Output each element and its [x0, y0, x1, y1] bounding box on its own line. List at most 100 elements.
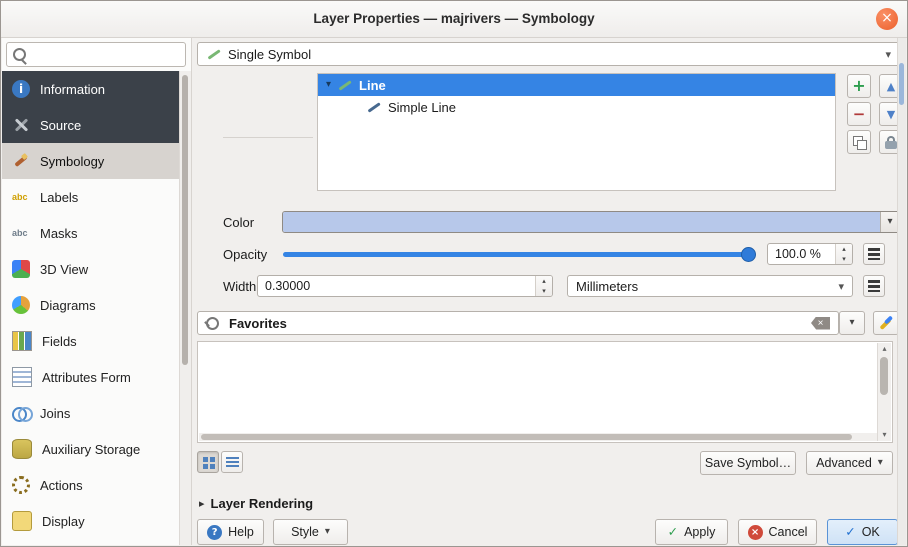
opacity-spinbox[interactable]: 100.0 %: [767, 243, 853, 265]
opacity-slider-handle[interactable]: [741, 247, 756, 262]
ok-button[interactable]: OK: [827, 519, 898, 545]
opacity-slider[interactable]: [283, 243, 756, 265]
save-symbol-button[interactable]: Save Symbol…: [700, 451, 796, 475]
scrollbar-handle[interactable]: [201, 434, 852, 440]
sidebar-item-auxiliary-storage[interactable]: Auxiliary Storage: [2, 431, 180, 467]
sidebar-item-diagrams[interactable]: Diagrams: [2, 287, 180, 323]
style-manager-button[interactable]: [873, 311, 899, 335]
width-unit-value: Millimeters: [576, 279, 638, 294]
symbol-filter-dropdown-button[interactable]: [839, 311, 865, 335]
opacity-slider-track[interactable]: [283, 252, 752, 257]
diagrams-icon: [12, 296, 30, 314]
sidebar-item-attributes-form[interactable]: Attributes Form: [2, 359, 180, 395]
cancel-button[interactable]: Cancel: [738, 519, 817, 545]
sidebar-item-information[interactable]: Information: [2, 71, 180, 107]
chevron-down-icon: [885, 49, 891, 60]
renderer-combo-value: Single Symbol: [228, 47, 311, 62]
sidebar-item-source[interactable]: Source: [2, 107, 180, 143]
chevron-down-icon: [878, 458, 883, 468]
search-icon: [13, 48, 26, 61]
sidebar-item-label: Fields: [42, 334, 77, 349]
tree-item-simple-line[interactable]: Simple Line: [318, 96, 835, 118]
sidebar-item-display[interactable]: Display: [2, 503, 180, 539]
window-title: Layer Properties — majrivers — Symbology: [1, 11, 907, 26]
sidebar-item-joins[interactable]: Joins: [2, 395, 180, 431]
color-button[interactable]: [282, 211, 900, 233]
apply-button[interactable]: Apply: [655, 519, 728, 545]
simple-line-icon: [366, 100, 382, 114]
chevron-down-icon: [838, 281, 844, 292]
scrollbar-handle[interactable]: [880, 357, 888, 395]
style-button[interactable]: Style: [273, 519, 348, 545]
cancel-label: Cancel: [769, 525, 808, 539]
add-symbol-layer-button[interactable]: [847, 74, 871, 98]
dialog-scrollbar[interactable]: [897, 38, 906, 545]
collapse-arrow-icon: [199, 498, 205, 509]
sidebar-search-input[interactable]: [6, 42, 186, 67]
help-button[interactable]: Help: [197, 519, 264, 545]
symbol-panel-horizontal-scrollbar[interactable]: [199, 433, 877, 441]
clear-filter-icon[interactable]: ×: [811, 317, 830, 330]
expand-icon[interactable]: [326, 80, 331, 90]
ok-check-icon: [845, 526, 855, 539]
duplicate-icon: [853, 136, 866, 149]
ok-label: OK: [862, 525, 880, 539]
list-view-toggle[interactable]: [221, 451, 243, 473]
sidebar-item-label: Labels: [40, 190, 78, 205]
sidebar-item-label: Diagrams: [40, 298, 96, 313]
single-symbol-icon: [206, 47, 220, 61]
symbol-filter-input[interactable]: Favorites ×: [197, 311, 839, 335]
remove-symbol-layer-button[interactable]: [847, 102, 871, 126]
advanced-label: Advanced: [816, 456, 872, 470]
opacity-steppers[interactable]: [835, 244, 852, 264]
actions-icon: [12, 476, 30, 494]
title-bar[interactable]: Layer Properties — majrivers — Symbology: [1, 1, 907, 38]
3d-view-icon: [12, 260, 30, 278]
symbol-tree-panel: Line Simple Line: [317, 73, 836, 191]
sidebar-item-masks[interactable]: Masks: [2, 215, 180, 251]
style-manager-icon: [878, 315, 894, 331]
chevron-down-icon: [325, 527, 330, 537]
sidebar-scrollbar[interactable]: [179, 71, 191, 545]
labels-icon: [12, 188, 30, 206]
sidebar-item-actions[interactable]: Actions: [2, 467, 180, 503]
duplicate-symbol-layer-button[interactable]: [847, 130, 871, 154]
save-symbol-label: Save Symbol…: [705, 456, 791, 470]
layer-rendering-group-toggle[interactable]: Layer Rendering: [199, 496, 313, 511]
minus-icon: [853, 107, 866, 122]
width-spinbox[interactable]: 0.30000: [257, 275, 553, 297]
width-steppers[interactable]: [535, 276, 552, 296]
sidebar-item-symbology[interactable]: Symbology: [2, 143, 180, 179]
sidebar: Information Source Symbology Labels Mask…: [2, 38, 192, 545]
sidebar-item-label: Symbology: [40, 154, 104, 169]
width-data-defined-override-button[interactable]: [863, 275, 885, 297]
apply-check-icon: [668, 526, 678, 539]
scroll-up-icon[interactable]: [878, 345, 891, 353]
sidebar-item-labels[interactable]: Labels: [2, 179, 180, 215]
symbol-panel-vertical-scrollbar[interactable]: [877, 343, 891, 441]
sidebar-scrollbar-handle[interactable]: [182, 75, 188, 365]
color-swatch[interactable]: [283, 212, 880, 232]
scroll-down-icon[interactable]: [878, 431, 891, 439]
close-icon[interactable]: [876, 8, 898, 30]
dialog-scrollbar-handle[interactable]: [899, 63, 904, 105]
chevron-down-icon: [887, 217, 892, 227]
color-label: Color: [223, 215, 254, 230]
tree-item-line[interactable]: Line: [318, 74, 835, 96]
attributes-form-icon: [12, 367, 32, 387]
help-label: Help: [228, 525, 254, 539]
sidebar-item-3d-view[interactable]: 3D View: [2, 251, 180, 287]
opacity-data-defined-override-button[interactable]: [863, 243, 885, 265]
width-unit-combo[interactable]: Millimeters: [567, 275, 853, 297]
sidebar-item-label: Attributes Form: [42, 370, 131, 385]
lock-icon: [885, 136, 897, 149]
sidebar-item-fields[interactable]: Fields: [2, 323, 180, 359]
chevron-down-icon: [849, 318, 854, 328]
renderer-combo[interactable]: Single Symbol: [197, 42, 900, 66]
icon-view-toggle[interactable]: [197, 451, 219, 473]
layer-properties-dialog: Layer Properties — majrivers — Symbology…: [0, 0, 908, 547]
sidebar-item-label: Auxiliary Storage: [42, 442, 140, 457]
line-symbol-icon: [337, 78, 353, 92]
sidebar-item-label: Joins: [40, 406, 70, 421]
advanced-button[interactable]: Advanced: [806, 451, 893, 475]
